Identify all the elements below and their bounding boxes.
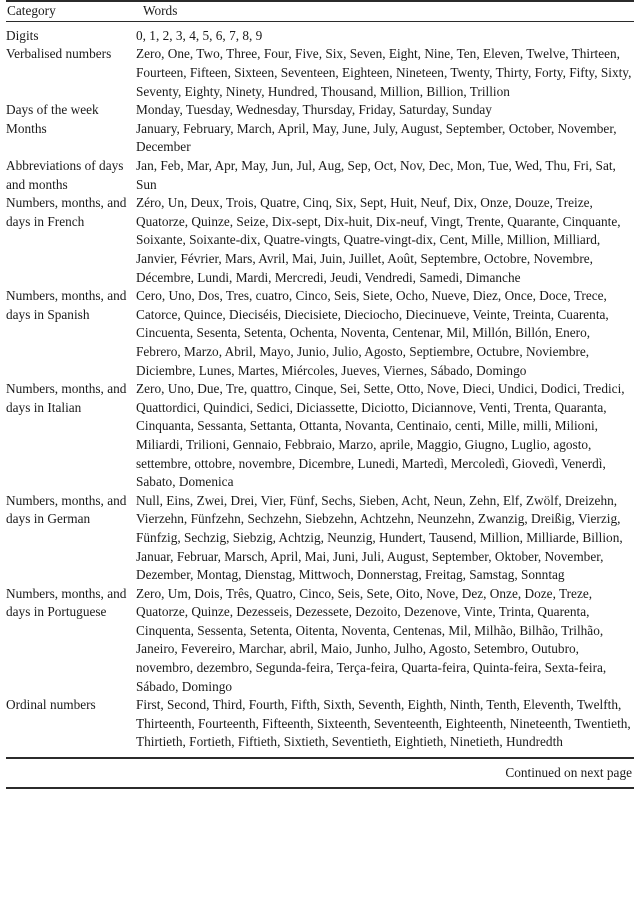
table-page: Category Words Digits 0, 1, 2, 3, 4, 5, … xyxy=(0,0,640,910)
table-row: Numbers, months, and days in French Zéro… xyxy=(6,194,634,287)
table-footer-rule xyxy=(6,787,634,789)
row-category: Days of the week xyxy=(6,102,99,118)
row-category: Numbers, months, and days in Italian xyxy=(6,381,127,415)
table-row: Ordinal numbers First, Second, Third, Fo… xyxy=(6,696,634,757)
row-words: Monday, Tuesday, Wednesday, Thursday, Fr… xyxy=(136,102,492,118)
table-row: Numbers, months, and days in German Null… xyxy=(6,492,634,585)
word-category-table-body: Digits 0, 1, 2, 3, 4, 5, 6, 7, 8, 9 Verb… xyxy=(6,22,634,757)
row-category: Months xyxy=(6,120,47,136)
table-row: Months January, February, March, April, … xyxy=(6,120,634,157)
row-category: Verbalised numbers xyxy=(6,46,112,62)
table-header-row: Category Words xyxy=(6,2,634,21)
row-category: Numbers, months, and days in Spanish xyxy=(6,288,127,322)
row-words: Zero, Um, Dois, Três, Quatro, Cinco, Sei… xyxy=(136,585,607,694)
row-category: Ordinal numbers xyxy=(6,697,96,713)
row-category: Abbreviations of days and months xyxy=(6,158,124,192)
row-words: Cero, Uno, Dos, Tres, cuatro, Cinco, Sei… xyxy=(136,288,609,378)
row-words: Zero, Uno, Due, Tre, quattro, Cinque, Se… xyxy=(136,381,625,490)
row-words: Zéro, Un, Deux, Trois, Quatre, Cinq, Six… xyxy=(136,195,621,285)
row-category: Numbers, months, and days in Portuguese xyxy=(6,585,127,620)
row-category: Digits xyxy=(6,27,39,43)
word-category-table: Category Words xyxy=(6,2,634,21)
column-header-category: Category xyxy=(7,3,56,19)
table-row: Numbers, months, and days in Portuguese … xyxy=(6,585,634,697)
row-words: January, February, March, April, May, Ju… xyxy=(136,120,617,155)
row-category: Numbers, months, and days in French xyxy=(6,195,127,229)
table-row: Abbreviations of days and months Jan, Fe… xyxy=(6,157,634,194)
row-words: Zero, One, Two, Three, Four, Five, Six, … xyxy=(136,46,632,99)
row-words: First, Second, Third, Fourth, Fifth, Six… xyxy=(136,697,631,750)
continued-note: Continued on next page xyxy=(505,764,632,780)
row-words: Null, Eins, Zwei, Drei, Vier, Fünf, Sech… xyxy=(136,492,623,583)
table-row: Digits 0, 1, 2, 3, 4, 5, 6, 7, 8, 9 xyxy=(6,22,634,46)
table-row: Days of the week Monday, Tuesday, Wednes… xyxy=(6,101,634,120)
row-words: Jan, Feb, Mar, Apr, May, Jun, Jul, Aug, … xyxy=(136,158,616,192)
table-body: Digits 0, 1, 2, 3, 4, 5, 6, 7, 8, 9 Verb… xyxy=(6,22,634,757)
table-row: Numbers, months, and days in Italian Zer… xyxy=(6,380,634,492)
table-header: Category Words xyxy=(6,2,634,21)
row-category: Numbers, months, and days in German xyxy=(6,492,127,527)
table-row: Numbers, months, and days in Spanish Cer… xyxy=(6,287,634,380)
column-header-words: Words xyxy=(143,3,178,19)
table-row: Verbalised numbers Zero, One, Two, Three… xyxy=(6,45,634,101)
row-words: 0, 1, 2, 3, 4, 5, 6, 7, 8, 9 xyxy=(136,27,263,43)
